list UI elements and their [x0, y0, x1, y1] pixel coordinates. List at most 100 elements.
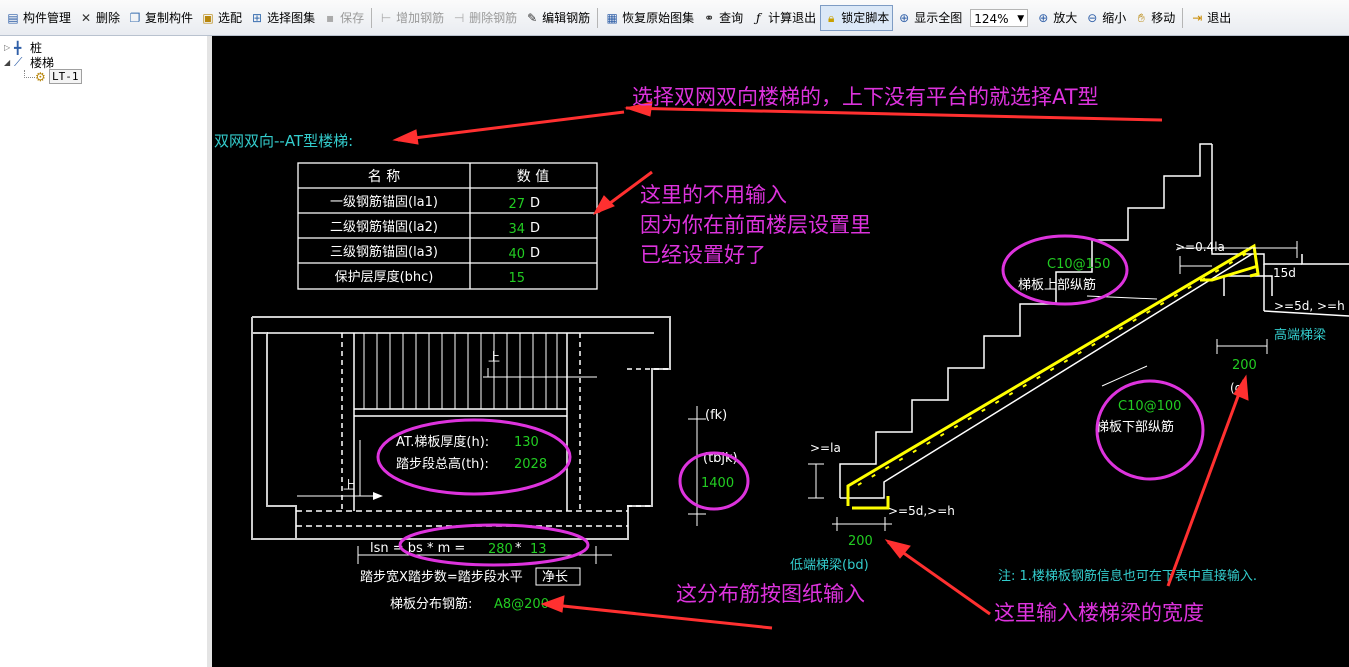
- zoom-out-icon: ⊖: [1087, 10, 1098, 25]
- select-config-icon: ▣: [202, 10, 214, 25]
- add-rebar-button[interactable]: ⊢ 增加钢筋: [375, 5, 448, 31]
- lock-icon: 🔒︎: [827, 10, 835, 25]
- bottom-rebar-label: 梯板下部纵筋: [1096, 419, 1174, 435]
- top-rebar-value[interactable]: C10@150: [1047, 257, 1110, 272]
- anchor-low-label: >=5d,>=h: [888, 504, 955, 518]
- distribution-rebar-label: 梯板分布钢筋:: [390, 596, 472, 612]
- component-manage-button[interactable]: ▤ 构件管理: [2, 5, 75, 31]
- plan-up-label: 上: [488, 350, 500, 364]
- drawing-canvas[interactable]: 双网双向--AT型楼梯: 名 称 数 值 一级钢筋锚固(la1) 二级钢筋锚固(…: [212, 36, 1349, 667]
- zoom-select[interactable]: 124% ▼: [970, 8, 1029, 27]
- table-row-unit: D: [530, 196, 540, 211]
- anchor-high-label: >=5d, >=h: [1274, 299, 1345, 313]
- binoculars-icon: ⚭: [704, 10, 715, 25]
- restore-atlas-button[interactable]: ▦ 恢复原始图集: [601, 5, 698, 31]
- anchor-top-label: >=0.4la: [1175, 240, 1225, 254]
- toolbar-separator: [1182, 7, 1184, 28]
- hook-15d-label: 15d: [1273, 266, 1296, 280]
- component-manage-icon: ▤: [7, 10, 19, 25]
- stair-type-title: 双网双向--AT型楼梯:: [214, 132, 353, 150]
- expand-icon[interactable]: ▷: [4, 43, 14, 52]
- table-header-name: 名 称: [368, 169, 400, 185]
- annotation-select-type: 选择双网双向楼梯的，上下没有平台的就选择AT型: [632, 85, 1099, 109]
- zoom-out-button[interactable]: ⊖ 缩小: [1081, 5, 1130, 31]
- annotation-no-input-3: 已经设置好了: [640, 243, 766, 267]
- component-tree: ▷ ╋ 桩 ◢ ⟋ 楼梯 ⚙ LT-1: [0, 36, 208, 667]
- table-row-name: 二级钢筋锚固(la2): [330, 219, 438, 235]
- lock-script-button[interactable]: 🔒︎ 锁定脚本: [820, 4, 894, 31]
- query-button[interactable]: ⚭ 查询: [698, 5, 747, 31]
- distribution-rebar-value[interactable]: A8@200: [494, 597, 549, 612]
- add-rebar-icon: ⊢: [380, 10, 392, 25]
- width-value[interactable]: 1400: [701, 476, 734, 491]
- tree-connector: [24, 69, 35, 78]
- table-row-name: 三级钢筋锚固(la3): [330, 244, 438, 260]
- pan-button[interactable]: ✋︎ 移动: [1130, 5, 1179, 31]
- table-row-value[interactable]: 27: [508, 197, 525, 212]
- low-beam-label: 低端梯梁(bd): [790, 558, 869, 573]
- delete-icon: ✕: [80, 10, 92, 25]
- annotation-no-input-1: 这里的不用输入: [640, 183, 787, 207]
- edit-rebar-icon: ✎: [527, 10, 538, 25]
- lsn-label: lsn = bs * m =: [370, 541, 465, 556]
- top-rebar-label: 梯板上部纵筋: [1018, 277, 1096, 293]
- restore-atlas-icon: ▦: [606, 10, 618, 25]
- note-text: 注: 1.楼梯板钢筋信息也可在下表中直接输入.: [998, 568, 1257, 584]
- table-row-unit: D: [530, 246, 540, 261]
- toolbar: ▤ 构件管理 ✕ 删除 ❐ 复制构件 ▣ 选配 ⊞ 选择图集 ▪ 保存 ⊢ 增加钢筋 ⊣ 删除钢…: [0, 0, 1349, 36]
- show-full-button[interactable]: ⊕ 显示全图: [893, 5, 966, 31]
- collapse-icon[interactable]: ◢: [4, 58, 14, 67]
- high-beam-label: 高端梯梁: [1274, 327, 1326, 343]
- copy-icon: ❐: [129, 10, 141, 25]
- annotation-beam-width: 这里输入楼梯梁的宽度: [994, 601, 1204, 625]
- thickness-label: AT.梯板厚度(h):: [396, 434, 489, 450]
- stair-plan: [251, 316, 671, 540]
- chevron-down-icon: ▼: [1017, 13, 1025, 24]
- pile-icon: ╋: [14, 40, 22, 55]
- exit-icon: ⇥: [1192, 10, 1203, 25]
- pan-hand-icon: ✋︎: [1137, 10, 1145, 25]
- select-config-button[interactable]: ▣ 选配: [197, 5, 246, 31]
- select-atlas-icon: ⊞: [252, 10, 263, 25]
- low-beam-width[interactable]: 200: [848, 534, 873, 549]
- stair-icon: ⟋: [14, 55, 23, 69]
- gear-icon: ⚙: [35, 69, 46, 84]
- zoom-in-icon: ⊕: [1038, 10, 1049, 25]
- bs-value[interactable]: 280: [488, 542, 513, 557]
- calc-exit-button[interactable]: ƒ 计算退出: [747, 5, 820, 31]
- save-button[interactable]: ▪ 保存: [319, 5, 368, 31]
- times-label: *: [515, 541, 522, 556]
- table-row-value[interactable]: 40: [508, 247, 525, 262]
- fk-label: (fk): [705, 408, 727, 423]
- edit-rebar-button[interactable]: ✎ 编辑钢筋: [521, 5, 594, 31]
- m-value[interactable]: 13: [530, 542, 547, 557]
- thickness-value[interactable]: 130: [514, 435, 539, 450]
- tree-node-lt1[interactable]: ⚙ LT-1: [24, 69, 82, 84]
- copy-component-button[interactable]: ❐ 复制构件: [124, 5, 197, 31]
- select-atlas-button[interactable]: ⊞ 选择图集: [246, 5, 319, 31]
- table-header-value: 数 值: [517, 169, 549, 185]
- lsn-description: 踏步宽X踏步数=踏步段水平: [360, 569, 523, 585]
- table-row-value[interactable]: 34: [508, 222, 525, 237]
- stair-drawing: 双网双向--AT型楼梯: 名 称 数 值 一级钢筋锚固(la1) 二级钢筋锚固(…: [214, 85, 1349, 630]
- delete-rebar-icon: ⊣: [453, 10, 465, 25]
- table-row-value[interactable]: 15: [508, 271, 525, 286]
- height-value[interactable]: 2028: [514, 457, 547, 472]
- annotation-distribution: 这分布筋按图纸输入: [676, 582, 865, 606]
- table-row-unit: D: [530, 221, 540, 236]
- toolbar-separator: [371, 7, 373, 28]
- save-icon: ▪: [326, 10, 335, 25]
- lsn-description-box: 净长: [542, 570, 568, 585]
- exit-button[interactable]: ⇥ 退出: [1186, 5, 1235, 31]
- toolbar-separator: [597, 7, 599, 28]
- high-beam-width[interactable]: 200: [1232, 358, 1257, 373]
- bottom-rebar-value[interactable]: C10@100: [1118, 399, 1181, 414]
- height-label: 踏步段总高(th):: [396, 456, 489, 472]
- zoom-in-button[interactable]: ⊕ 放大: [1032, 5, 1081, 31]
- zoom-fit-icon: ⊕: [899, 10, 910, 25]
- la-low-label: >=la: [810, 441, 841, 455]
- formula-icon: ƒ: [755, 10, 761, 25]
- delete-button[interactable]: ✕ 删除: [75, 5, 124, 31]
- delete-rebar-button[interactable]: ⊣ 删除钢筋: [448, 5, 521, 31]
- plan-up-label: 上: [343, 478, 355, 492]
